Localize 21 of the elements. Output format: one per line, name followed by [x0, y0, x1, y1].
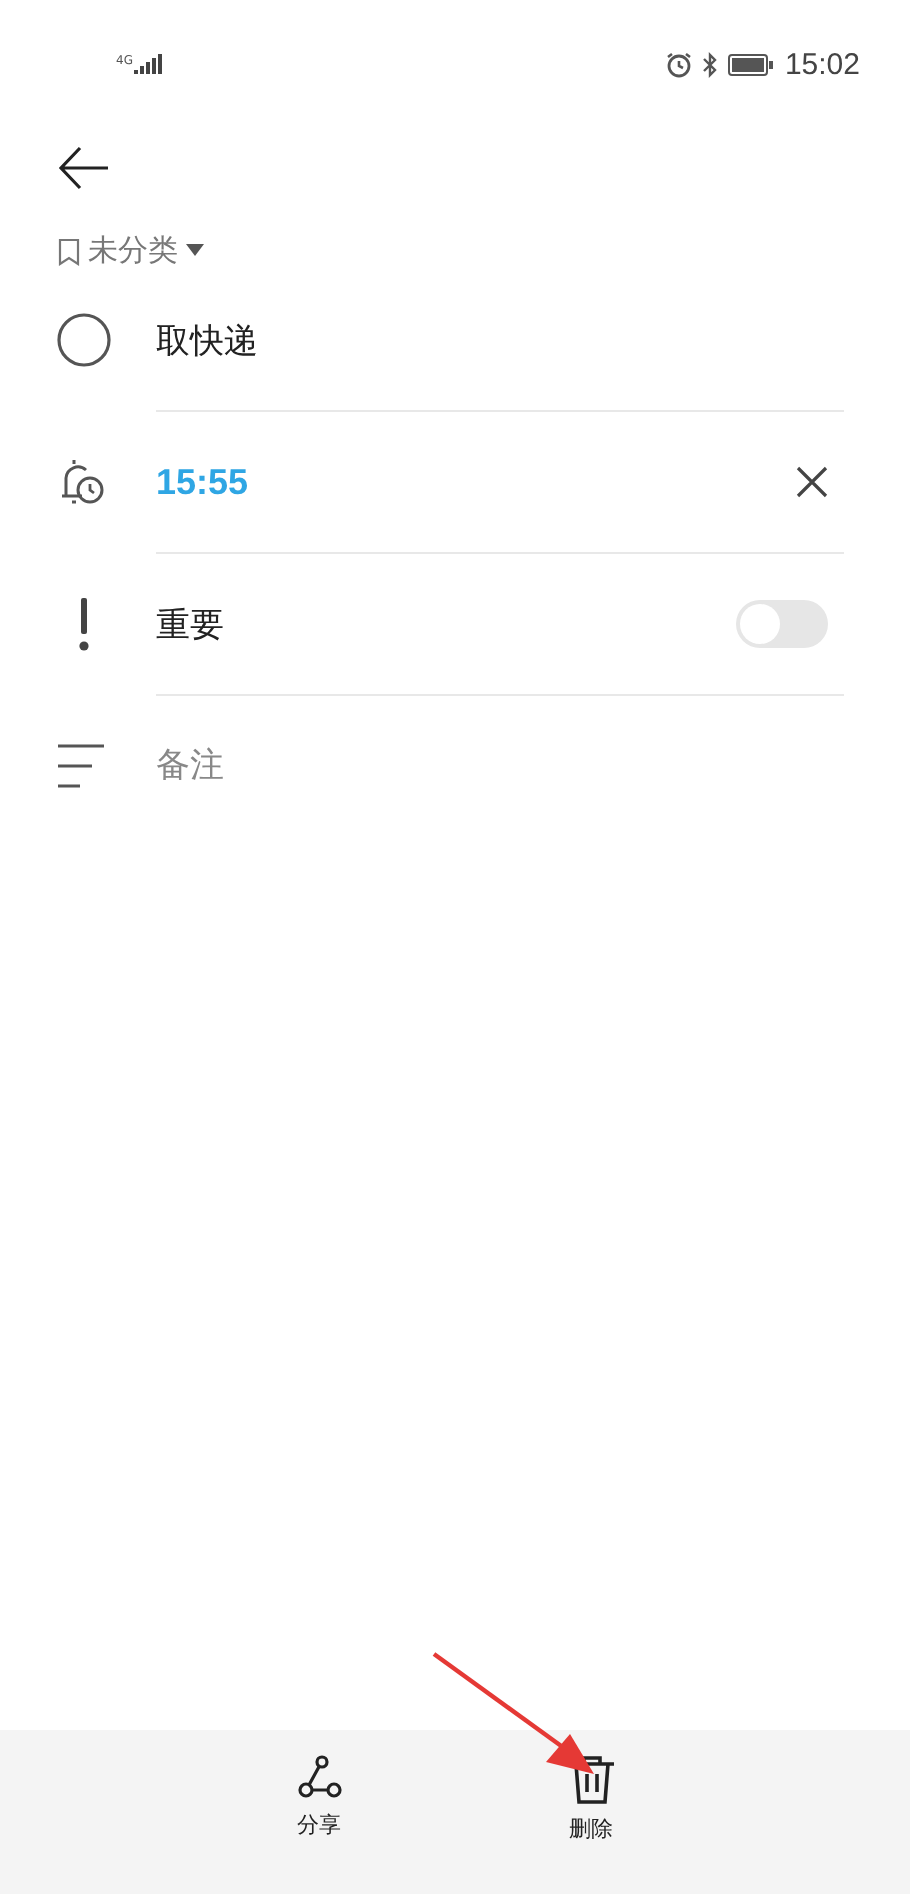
signal-icon: [134, 54, 163, 74]
notes-lines-icon: [56, 744, 106, 788]
caret-icon: [186, 244, 204, 258]
task-title[interactable]: 取快递: [156, 317, 258, 363]
clock-time: 15:02: [784, 47, 860, 81]
bluetooth-icon: [702, 51, 719, 77]
back-button[interactable]: [58, 146, 110, 190]
category-dropdown[interactable]: 未分类: [58, 232, 204, 270]
important-toggle[interactable]: [736, 600, 828, 648]
bell-clock-icon: [56, 454, 108, 510]
task-checkbox[interactable]: [56, 312, 112, 368]
alarm-icon: [666, 51, 693, 77]
delete-button[interactable]: 删除: [545, 1730, 637, 1894]
bookmark-icon: [58, 237, 80, 265]
share-button[interactable]: 分享: [273, 1730, 365, 1894]
share-icon: [295, 1754, 343, 1802]
exclamation-icon: [78, 597, 90, 651]
notes-field[interactable]: 备注: [156, 746, 556, 786]
important-label: 重要: [156, 603, 224, 647]
battery-icon: [728, 53, 775, 75]
close-icon[interactable]: [796, 466, 828, 498]
